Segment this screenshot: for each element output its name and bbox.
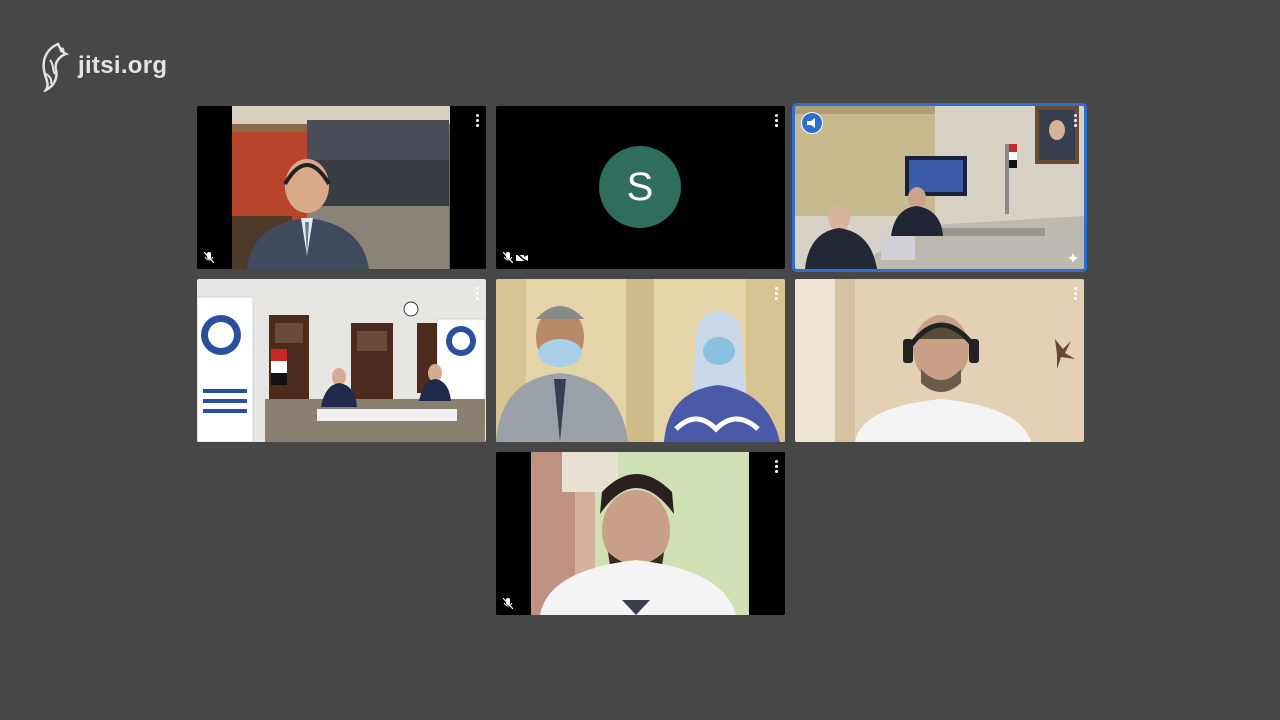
participant-tile-4[interactable] — [197, 279, 486, 442]
camera-muted-icon — [516, 253, 528, 263]
participant-tile-3[interactable] — [795, 106, 1084, 269]
more-options-icon[interactable] — [1073, 114, 1077, 128]
participant-tile-1[interactable] — [197, 106, 486, 269]
jitsi-logo: jitsi.org — [36, 40, 167, 92]
logo-text: jitsi.org — [78, 52, 168, 79]
more-options-icon[interactable] — [475, 287, 479, 301]
participant-avatar: S — [599, 146, 681, 228]
participant-video — [197, 279, 486, 442]
participant-video — [795, 279, 1084, 442]
more-options-icon[interactable] — [774, 460, 778, 474]
participant-video — [496, 279, 785, 442]
participant-tile-5[interactable] — [496, 279, 785, 442]
jitsi-logo-icon — [42, 42, 70, 92]
dominant-speaker-icon — [801, 112, 823, 134]
more-options-icon[interactable] — [1073, 287, 1077, 301]
mic-muted-icon — [503, 598, 513, 609]
participant-tile-7[interactable] — [496, 452, 785, 615]
participant-video — [795, 106, 1084, 269]
more-options-icon[interactable] — [774, 287, 778, 301]
more-options-icon[interactable] — [774, 114, 778, 128]
more-options-icon[interactable] — [475, 114, 479, 128]
pin-icon[interactable] — [1068, 253, 1078, 263]
participant-tile-6[interactable] — [795, 279, 1084, 442]
mic-muted-icon — [503, 252, 513, 263]
participant-video — [197, 106, 486, 269]
participant-video — [496, 452, 785, 615]
mic-muted-icon — [204, 252, 214, 263]
participant-tile-2[interactable]: S — [496, 106, 785, 269]
